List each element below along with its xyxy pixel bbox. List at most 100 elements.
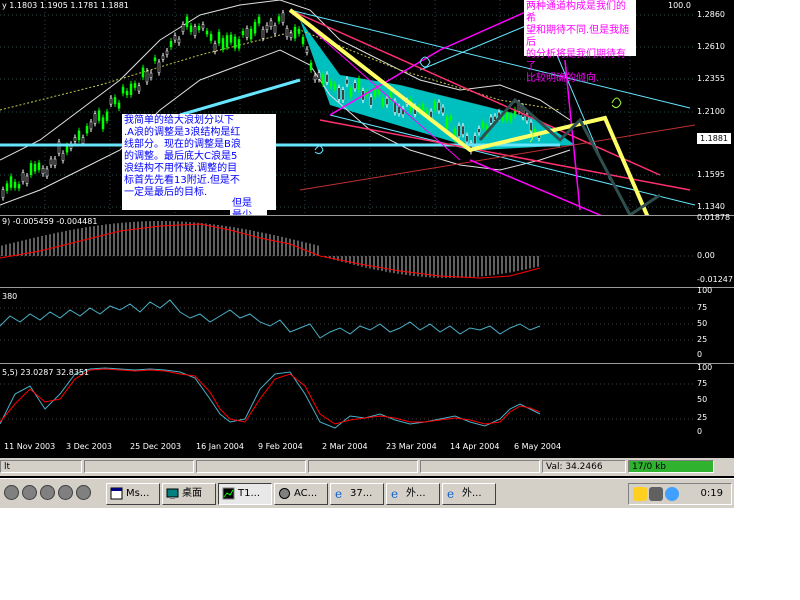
candle-body (129, 83, 133, 95)
trading-terminal: y 1.1803 1.1905 1.1781 1.1881 100.0 1.28… (0, 0, 734, 508)
candle-body (117, 102, 121, 109)
candle-body (369, 96, 373, 106)
candle-body (233, 36, 237, 49)
symbol-prefix: y (2, 1, 7, 10)
candle-body (337, 87, 341, 100)
candle-body (209, 33, 213, 41)
ohlc-readout: 1.1803 1.1905 1.1781 1.1881 (9, 1, 129, 10)
candle-body (421, 104, 425, 111)
candle-body (73, 137, 77, 142)
desktop-icon (166, 488, 179, 499)
top-right-value: 100.0 (668, 1, 691, 10)
candle-body (237, 39, 241, 49)
candle-body (157, 61, 161, 73)
date-tick: 14 Apr 2004 (450, 442, 500, 451)
candle-body (465, 135, 469, 143)
price-tick: 1.1595 (697, 170, 725, 179)
rsi-tick: 25 (697, 335, 708, 344)
last-price-marker: 1.1881 (697, 133, 731, 144)
candle-body (109, 97, 113, 105)
candle-body (101, 117, 105, 130)
candle-body (177, 38, 181, 44)
candle-body (505, 112, 509, 121)
candle-body (41, 167, 45, 175)
price-tick: 1.2860 (697, 10, 725, 19)
taskbar-button[interactable]: AC... (274, 483, 328, 505)
macd-histogram (1, 221, 539, 278)
date-tick: 9 Feb 2004 (258, 442, 303, 451)
candle-body (341, 89, 345, 101)
date-tick: 16 Jan 2004 (196, 442, 244, 451)
candle-body (357, 78, 361, 91)
candle-body (313, 75, 317, 81)
wave-analysis-note: 我简单的给大浪划分以下 .A浪的调整是3浪结构是红 线部分。现在的调整是B浪 的… (122, 114, 276, 210)
price-chart-header: y 1.1803 1.1905 1.1781 1.1881 (2, 1, 129, 10)
quicklaunch-icon[interactable] (76, 485, 91, 500)
macd-pane[interactable]: 9) -0.005459 -0.004481 (0, 216, 695, 286)
candle-body (325, 74, 329, 83)
candle-body (61, 153, 65, 161)
candle-body (221, 38, 225, 50)
macd-tick: -0.01247 (697, 275, 733, 284)
tray-network-icon[interactable] (665, 487, 679, 501)
stochastic-pane[interactable]: 5,5) 23.0287 32.8351 (0, 364, 695, 440)
taskbar-button-active[interactable]: T1... (218, 483, 272, 505)
quicklaunch-icon[interactable] (4, 485, 19, 500)
taskbar-button[interactable]: e 37... (330, 483, 384, 505)
browser-icon: e (335, 487, 342, 500)
candle-body (397, 106, 401, 114)
candle-body (241, 30, 245, 36)
clock[interactable]: 0:19 (701, 488, 723, 499)
candle-body (33, 163, 37, 172)
quicklaunch-icon[interactable] (22, 485, 37, 500)
quicklaunch-icon[interactable] (40, 485, 55, 500)
candle-body (481, 122, 485, 128)
candle-body (65, 145, 69, 153)
candle-body (181, 24, 185, 32)
candle-body (145, 70, 149, 83)
candle-body (173, 35, 177, 41)
rsi-label: 380 (2, 292, 18, 301)
candle-body (489, 116, 493, 124)
candle-body (433, 101, 437, 110)
note-line: 线部分。现在的调整是B浪 (124, 139, 241, 150)
macd-canvas (0, 221, 695, 279)
price-tick: 1.2355 (697, 74, 725, 83)
stochastic-axis: 100 75 50 25 0 (695, 363, 734, 440)
candle-body (193, 26, 197, 36)
candle-body (25, 175, 29, 184)
rsi-axis: 100 75 50 25 0 (695, 286, 734, 362)
taskbar-button[interactable]: Ms... (106, 483, 160, 505)
rsi-tick: 50 (697, 319, 708, 328)
candle-body (37, 162, 41, 170)
tray-app-icon[interactable] (649, 487, 663, 501)
candle-body (5, 183, 9, 191)
candle-body (189, 25, 193, 33)
price-tick: 1.1340 (697, 202, 725, 211)
candle-body (125, 90, 129, 96)
stochastic-canvas (0, 367, 695, 429)
taskbar-button[interactable]: e 外... (386, 483, 440, 505)
taskbar-button[interactable]: 桌面 (162, 483, 216, 505)
note-line: 标首先先看13附近.但是不 (124, 175, 240, 186)
candle-body (45, 168, 49, 177)
quicklaunch-icon[interactable] (58, 485, 73, 500)
rsi-tick: 100 (697, 286, 713, 295)
rsi-tick: 0 (697, 350, 703, 359)
candle-body (353, 82, 357, 90)
tray-app-icon[interactable] (633, 487, 647, 501)
candle-body (17, 184, 21, 189)
taskbar-button[interactable]: e 外... (442, 483, 496, 505)
candle-body (105, 111, 109, 121)
candle-body (329, 80, 333, 87)
candle-body (509, 114, 513, 122)
candle-body (333, 83, 337, 90)
rsi-pane[interactable]: 380 (0, 288, 695, 362)
stochastic-tick: 100 (697, 363, 713, 372)
candle-body (165, 50, 169, 55)
candle-body (389, 92, 393, 99)
candle-body (245, 28, 249, 38)
date-axis: 11 Nov 2003 3 Dec 2003 25 Dec 2003 16 Ja… (0, 440, 734, 457)
candle-body (97, 110, 101, 121)
macd-label: 9) (2, 217, 11, 226)
